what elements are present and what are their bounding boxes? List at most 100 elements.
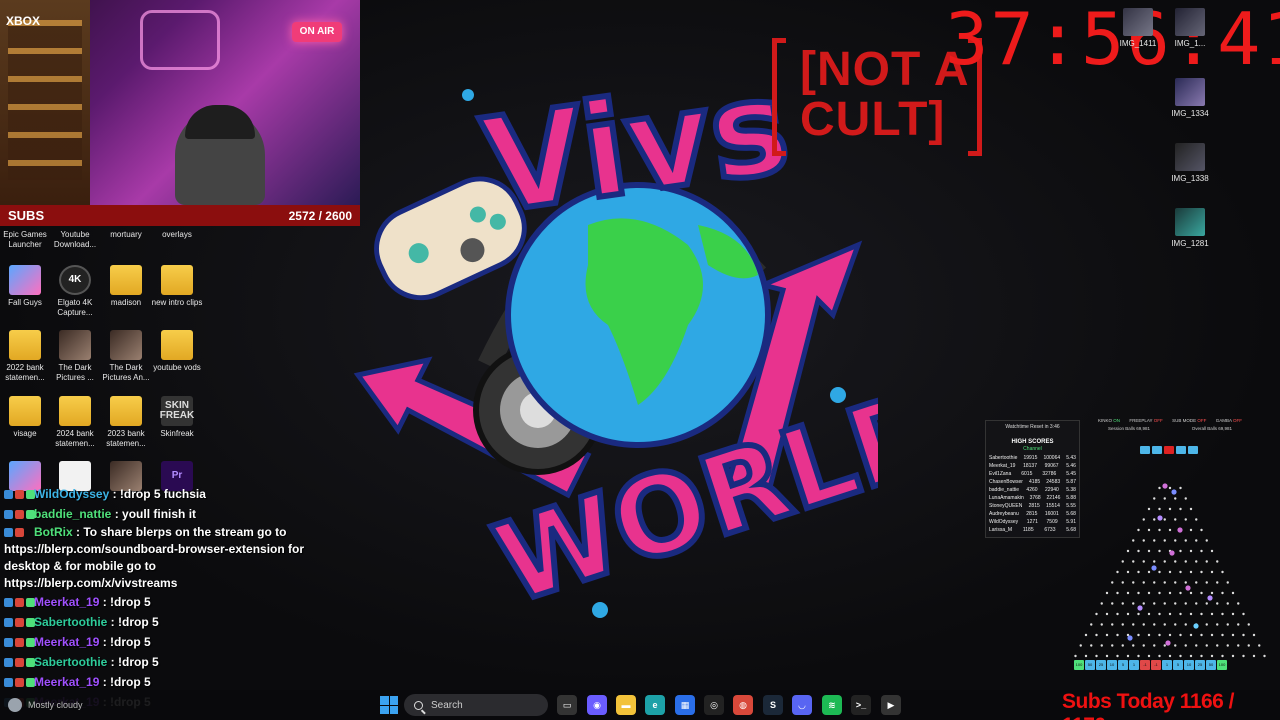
weather-widget[interactable]: Mostly cloudy bbox=[8, 698, 83, 712]
plinko-peg bbox=[1142, 560, 1145, 563]
chrome-icon[interactable]: ◍ bbox=[733, 695, 753, 715]
media-icon[interactable]: ▶ bbox=[881, 695, 901, 715]
bracket-left bbox=[772, 38, 786, 156]
plinko-peg bbox=[1168, 570, 1172, 574]
desktop-icon-img-1281[interactable]: IMG_1281 bbox=[1160, 208, 1220, 248]
taskbar-search[interactable]: Search bbox=[404, 694, 548, 716]
desktop-icon-img-1338[interactable]: IMG_1338 bbox=[1160, 143, 1220, 183]
plinko-peg bbox=[1221, 654, 1224, 658]
onair-sign: ON AIR bbox=[292, 22, 342, 42]
plinko-peg bbox=[1100, 623, 1103, 626]
plinko-peg bbox=[1226, 623, 1229, 626]
plinko-peg bbox=[1179, 570, 1182, 574]
plinko-peg bbox=[1179, 591, 1182, 595]
plinko-peg bbox=[1210, 570, 1214, 574]
chat-badges bbox=[4, 612, 35, 632]
high-score-row: ChasenBowser 4185 24583 5.87 bbox=[989, 478, 1076, 486]
plinko-peg bbox=[1142, 623, 1145, 626]
plinko-peg bbox=[1137, 528, 1140, 532]
desktop-icon-skinfreak[interactable]: SKIN FREAK Skinfreak bbox=[147, 396, 207, 439]
desktop-icon-label: IMG_1411 bbox=[1119, 39, 1157, 48]
task-view-icon[interactable]: ▭ bbox=[557, 695, 577, 715]
plinko-peg bbox=[1168, 654, 1172, 658]
chat-text: : !drop 5 bbox=[99, 635, 151, 649]
desktop-icon-img-partial[interactable]: IMG_1... bbox=[1160, 8, 1220, 48]
plinko-peg bbox=[1210, 654, 1214, 658]
plinko-ball bbox=[1127, 635, 1133, 641]
chat-badges bbox=[4, 484, 35, 504]
start-icon-pane bbox=[380, 705, 389, 714]
plinko-peg bbox=[1226, 602, 1229, 605]
desktop-icon-youtube-vods[interactable]: youtube vods bbox=[147, 330, 207, 373]
folder-icon bbox=[59, 396, 91, 426]
plinko-peg bbox=[1216, 581, 1219, 584]
copilot-icon[interactable]: ◉ bbox=[587, 695, 607, 715]
plinko-ball bbox=[1185, 585, 1191, 591]
plinko-flag: FREEPLAY OFF bbox=[1129, 418, 1162, 423]
obs-icon[interactable]: ◎ bbox=[704, 695, 724, 715]
plinko-peg bbox=[1116, 654, 1119, 658]
chat-text: : youll finish it bbox=[111, 507, 197, 521]
plinko-peg bbox=[1095, 633, 1098, 637]
plinko-peg bbox=[1168, 633, 1172, 637]
plinko-peg bbox=[1205, 581, 1208, 584]
image-thumbnail-icon bbox=[1123, 8, 1153, 36]
chat-username: BotRix bbox=[34, 525, 73, 539]
edge-icon[interactable]: e bbox=[645, 695, 665, 715]
plinko-peg bbox=[1168, 528, 1172, 532]
sub-goal-bar: SUBS 2572 / 2600 bbox=[0, 205, 360, 226]
plinko-peg bbox=[1210, 633, 1214, 637]
plinko-peg bbox=[1132, 581, 1135, 584]
desktop-icon-label: Skinfreak bbox=[160, 429, 194, 438]
steam-icon[interactable]: S bbox=[763, 695, 783, 715]
high-score-a: 15514 bbox=[1046, 503, 1060, 509]
terminal-icon[interactable]: >_ bbox=[851, 695, 871, 715]
plinko-peg bbox=[1121, 623, 1124, 626]
plinko-peg bbox=[1184, 518, 1187, 521]
discord-icon[interactable]: ◡ bbox=[792, 695, 812, 715]
chat-username: baddie_nattie bbox=[34, 507, 112, 521]
plinko-peg bbox=[1231, 612, 1235, 616]
sub-goal-count: 2572 / 2600 bbox=[288, 208, 352, 223]
chat-text: : !drop 5 bbox=[107, 655, 159, 669]
plinko-peg bbox=[1163, 644, 1166, 647]
desktop-icon-new-intro-clips[interactable]: new intro clips bbox=[147, 265, 207, 308]
plinko-peg bbox=[1184, 644, 1187, 647]
plinko-peg bbox=[1205, 623, 1208, 626]
start-button[interactable] bbox=[380, 696, 398, 714]
desktop-icon-overlays[interactable]: overlays bbox=[147, 230, 207, 240]
spotify-icon[interactable]: ≋ bbox=[822, 695, 842, 715]
desktop-icon-img-1411[interactable]: IMG_1411 bbox=[1108, 8, 1168, 48]
plinko-peg bbox=[1153, 497, 1156, 500]
plinko-mode-button bbox=[1152, 446, 1162, 454]
plinko-peg bbox=[1100, 602, 1103, 605]
plinko-peg bbox=[1200, 570, 1203, 574]
plinko-peg bbox=[1189, 612, 1193, 616]
plinko-peg bbox=[1158, 507, 1161, 511]
plinko-peg bbox=[1121, 644, 1124, 647]
plinko-ball bbox=[1162, 483, 1168, 489]
file-explorer-icon[interactable]: ▬ bbox=[616, 695, 636, 715]
folder-icon bbox=[161, 265, 193, 295]
plinko-peg bbox=[1153, 539, 1156, 542]
store-icon[interactable]: ▦ bbox=[675, 695, 695, 715]
plinko-peg bbox=[1090, 623, 1093, 626]
badge-icon bbox=[15, 490, 24, 500]
plinko-peg bbox=[1195, 581, 1198, 584]
plinko-peg bbox=[1142, 581, 1145, 584]
plinko-peg bbox=[1174, 581, 1177, 584]
plinko-peg bbox=[1111, 644, 1114, 647]
plinko-ball bbox=[1193, 623, 1199, 629]
plinko-peg bbox=[1184, 581, 1187, 584]
fall-guys-icon bbox=[9, 265, 41, 295]
chat-badges bbox=[4, 524, 34, 541]
plinko-peg bbox=[1079, 644, 1082, 647]
plinko-ball bbox=[1157, 515, 1163, 521]
badge-icon bbox=[4, 658, 13, 668]
plinko-peg bbox=[1153, 602, 1156, 605]
desktop-icon-img-1334[interactable]: IMG_1334 bbox=[1160, 78, 1220, 118]
badge-icon bbox=[15, 510, 24, 520]
plinko-peg bbox=[1111, 602, 1114, 605]
plinko-peg bbox=[1247, 623, 1250, 626]
plinko-peg bbox=[1189, 507, 1193, 511]
